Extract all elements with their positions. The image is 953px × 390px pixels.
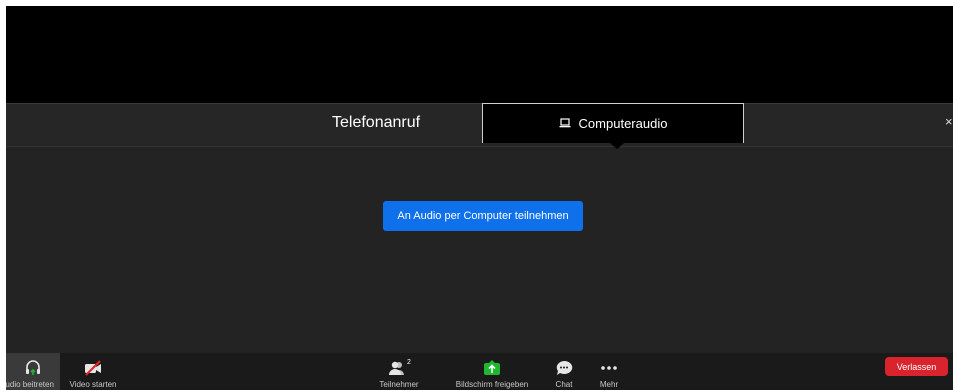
participants-icon: 2: [388, 357, 411, 379]
chat-label: Chat: [555, 380, 573, 389]
more-label: Mehr: [599, 380, 619, 389]
more-dots-icon: [600, 357, 618, 379]
leave-meeting-button[interactable]: Verlassen: [885, 357, 948, 376]
participants-label: Teilnehmer: [379, 380, 419, 389]
participants-button[interactable]: 2 Teilnehmer: [373, 353, 425, 390]
start-video-button[interactable]: Video starten: [62, 353, 124, 390]
headphones-icon: [24, 357, 42, 379]
audio-tabbar: Telefonanruf Computeraudio ×: [6, 103, 953, 147]
tab-computer-audio-label: Computeraudio: [578, 116, 668, 131]
meeting-window: Telefonanruf Computeraudio × An Audio pe…: [6, 6, 953, 390]
video-off-icon: [83, 357, 103, 379]
more-button[interactable]: Mehr: [594, 353, 624, 390]
start-video-label: Video starten: [69, 380, 117, 389]
join-computer-audio-button[interactable]: An Audio per Computer teilnehmen: [383, 201, 583, 231]
meeting-toolbar: Audio beitreten Video starten: [6, 353, 953, 390]
join-audio-label: Audio beitreten: [6, 380, 54, 389]
tab-phone-call[interactable]: Telefonanruf: [332, 114, 420, 132]
laptop-icon: [559, 116, 571, 131]
join-audio-button[interactable]: Audio beitreten: [6, 353, 60, 390]
chat-icon: [555, 357, 573, 379]
share-screen-label: Bildschirm freigeben: [455, 380, 529, 389]
tab-pointer: [610, 143, 624, 149]
share-screen-icon: [483, 357, 501, 379]
tab-computer-audio[interactable]: Computeraudio: [482, 103, 744, 143]
share-screen-button[interactable]: Bildschirm freigeben: [449, 353, 535, 390]
close-icon[interactable]: ×: [945, 114, 953, 129]
participants-count: 2: [407, 358, 411, 366]
video-area: [6, 6, 953, 103]
chat-button[interactable]: Chat: [549, 353, 579, 390]
